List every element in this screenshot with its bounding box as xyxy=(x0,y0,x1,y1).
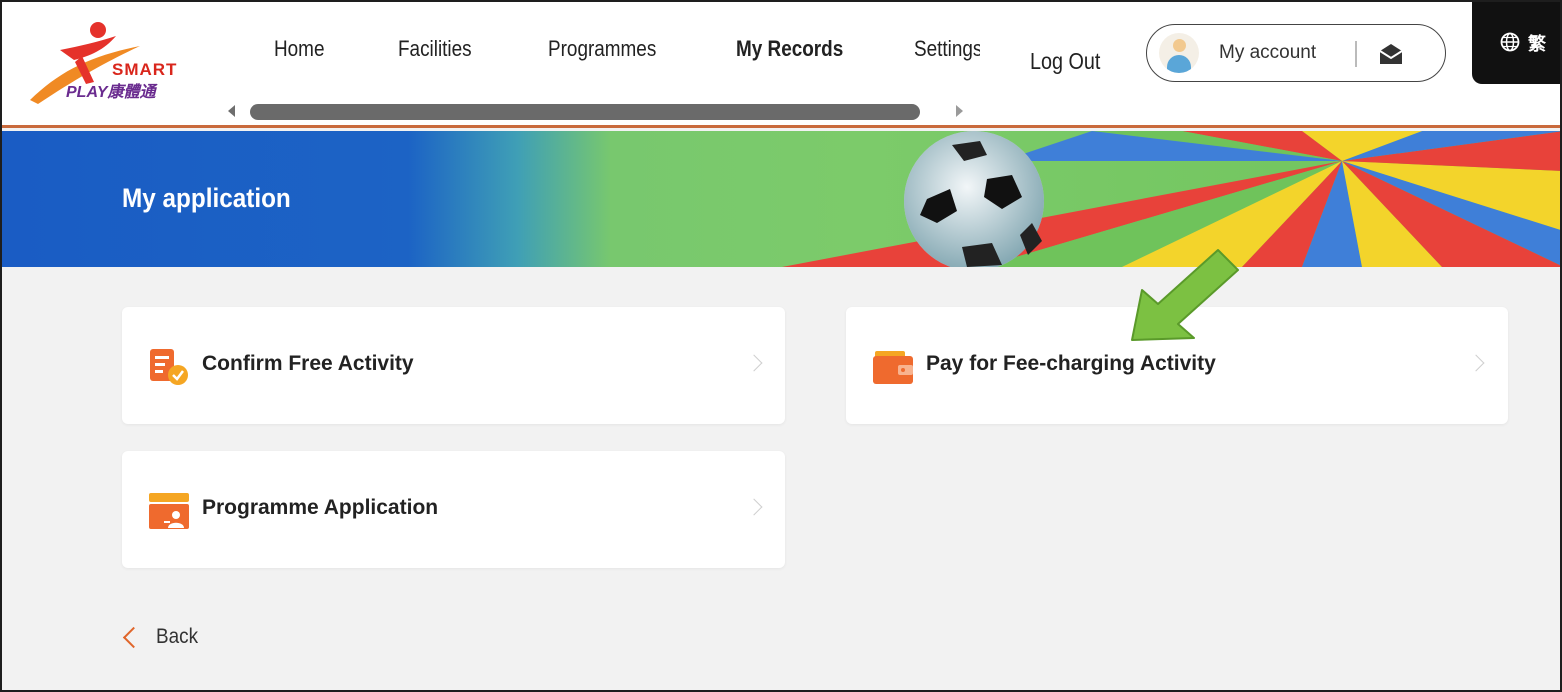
page-title: My application xyxy=(122,183,291,213)
smartplay-logo-icon[interactable]: SMART PLAY康體通 xyxy=(20,16,200,106)
scroll-left-arrow-icon[interactable] xyxy=(228,105,235,117)
nav-programmes[interactable]: Programmes xyxy=(548,36,656,62)
nav-settings[interactable]: Settings xyxy=(914,36,980,62)
chevron-right-icon xyxy=(1467,354,1485,372)
language-label: 繁 xyxy=(1528,34,1546,55)
card-label: Confirm Free Activity xyxy=(202,352,414,375)
green-callout-arrow-icon xyxy=(1131,249,1239,341)
card-label: Pay for Fee-charging Activity xyxy=(926,352,1216,375)
user-avatar-icon xyxy=(1159,33,1199,73)
nav-settings-clip: Settings xyxy=(914,32,980,66)
chevron-right-icon xyxy=(745,498,763,516)
pill-divider xyxy=(1355,41,1357,67)
scroll-right-arrow-icon[interactable] xyxy=(956,105,963,117)
page-frame: SMART PLAY康體通 Home Facilities Programmes… xyxy=(0,0,1562,692)
chevron-left-icon xyxy=(122,626,145,649)
nav-facilities[interactable]: Facilities xyxy=(398,36,472,62)
logout-link[interactable]: Log Out xyxy=(1030,48,1100,75)
my-account-button[interactable]: My account xyxy=(1146,24,1446,82)
language-switcher[interactable]: 繁 xyxy=(1472,2,1560,84)
confirm-free-activity-card[interactable]: Confirm Free Activity xyxy=(122,307,785,424)
nav-my-records[interactable]: My Records xyxy=(736,36,843,62)
logo-word-play: PLAY康體通 xyxy=(66,84,156,101)
nav-home[interactable]: Home xyxy=(274,36,324,62)
globe-icon xyxy=(1500,32,1520,52)
card-label: Programme Application xyxy=(202,496,439,519)
programme-application-icon xyxy=(148,491,190,531)
nav-scrollbar-thumb[interactable] xyxy=(250,104,920,120)
back-label: Back xyxy=(156,625,199,648)
page-banner: My application xyxy=(2,131,1560,267)
confirm-list-icon xyxy=(148,347,190,387)
site-header: SMART PLAY康體通 Home Facilities Programmes… xyxy=(2,2,1560,128)
my-account-label: My account xyxy=(1219,42,1317,63)
chevron-right-icon xyxy=(745,354,763,372)
programme-application-card[interactable]: Programme Application xyxy=(122,451,785,568)
mail-icon[interactable] xyxy=(1377,41,1405,67)
logo-word-smart: SMART xyxy=(112,60,178,79)
wallet-icon xyxy=(872,347,914,387)
